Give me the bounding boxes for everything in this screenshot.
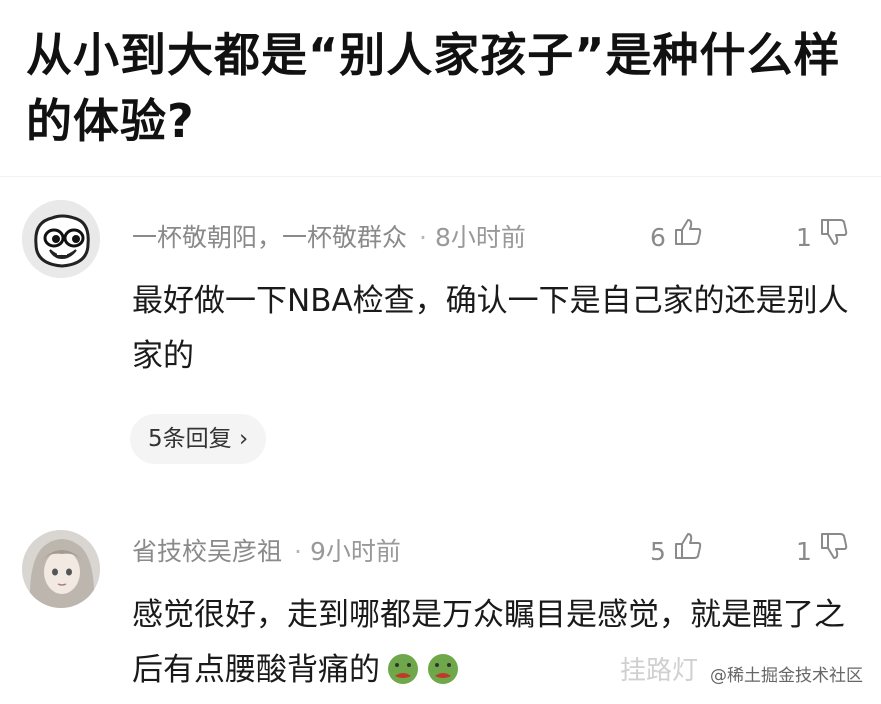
title-divider xyxy=(0,176,881,177)
comment-text: 最好做一下NBA检查，确认一下是自己家的还是别人家的 xyxy=(132,283,849,374)
thumbs-down-icon xyxy=(818,530,850,574)
reply-count-button[interactable]: 1 xyxy=(796,532,850,572)
watermark-faded: 挂路灯 xyxy=(620,656,699,686)
thumbs-up-icon xyxy=(672,216,704,260)
comment-username[interactable]: 省技校吴彦祖 xyxy=(132,537,282,566)
question-title: 从小到大都是“别人家孩子”是种什么样的体验? xyxy=(26,28,841,148)
meta-separator: · xyxy=(419,223,427,252)
thumbs-up-icon xyxy=(672,530,704,574)
comment-meta: 省技校吴彦祖 · 9小时前 xyxy=(132,532,401,572)
comment-time: 9小时前 xyxy=(309,537,401,566)
view-replies-button[interactable]: 5条回复 › xyxy=(130,414,267,464)
like-button[interactable]: 5 xyxy=(650,532,704,572)
reply-count: 1 xyxy=(796,223,812,252)
watermark: @稀土掘金技术社区 xyxy=(710,666,863,686)
reply-count-button[interactable]: 1 xyxy=(796,218,850,258)
like-count: 5 xyxy=(650,537,666,566)
nauseated-face-emoji-icon xyxy=(426,649,460,684)
nauseated-face-emoji-icon xyxy=(386,649,420,684)
like-button[interactable]: 6 xyxy=(650,218,704,258)
comment-meta: 一杯敬朝阳，一杯敬群众 · 8小时前 xyxy=(132,218,526,258)
like-count: 6 xyxy=(650,223,666,252)
comment-time: 8小时前 xyxy=(434,223,526,252)
thumbs-down-icon xyxy=(818,216,850,260)
anime-girl-avatar-icon[interactable] xyxy=(22,530,100,608)
meta-separator: · xyxy=(294,537,302,566)
comment-username[interactable]: 一杯敬朝阳，一杯敬群众 xyxy=(132,223,407,252)
reply-count: 1 xyxy=(796,537,812,566)
cartoon-face-avatar-icon[interactable] xyxy=(22,200,100,278)
